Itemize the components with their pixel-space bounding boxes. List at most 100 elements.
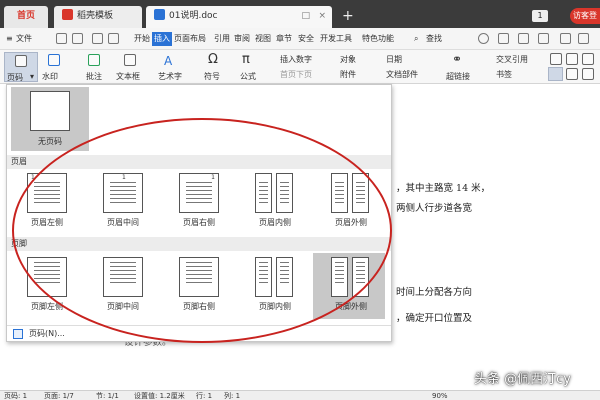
date-button[interactable]: 日期 — [386, 54, 402, 65]
login-button[interactable]: 访客登 — [570, 8, 600, 24]
menu-developer[interactable]: 开发工具 — [320, 32, 352, 46]
tab-window-icon[interactable]: □ — [301, 6, 310, 26]
page-number-settings-button[interactable]: 页码(N)... — [7, 325, 391, 341]
chevron-down-icon: ▾ — [30, 72, 35, 81]
page-settings-icon — [13, 329, 23, 339]
status-setting: 设置值: 1.2厘米 — [134, 392, 185, 400]
doc-line-3: 时间上分配各方向 — [396, 287, 473, 298]
attachment-button[interactable]: 附件 — [340, 69, 356, 80]
close-icon[interactable]: × — [318, 6, 326, 26]
collapse-ribbon-icon[interactable] — [560, 33, 571, 44]
status-page[interactable]: 页面: 1/7 — [44, 391, 74, 400]
status-col: 列: 1 — [224, 392, 241, 400]
thumb-half — [352, 257, 369, 297]
doc-parts-button[interactable]: 文档部件 — [386, 69, 418, 80]
save-icon[interactable] — [72, 33, 83, 44]
insert-number-button[interactable]: 插入数字 — [280, 54, 312, 65]
no-page-number-option[interactable]: 无页码 — [11, 87, 89, 151]
page-number-label: 页码 — [7, 73, 23, 82]
thumb-lines — [110, 262, 136, 286]
status-bar: 页码: 1 页面: 1/7 节: 1/1 设置值: 1.2厘米 行: 1 列: … — [0, 390, 600, 400]
textbox-icon[interactable] — [124, 54, 136, 66]
symbol-icon[interactable]: Ω — [208, 52, 218, 67]
layout-icon-6[interactable] — [582, 68, 594, 80]
symbol-label[interactable]: 符号 — [204, 71, 220, 82]
layout-icon-4[interactable] — [548, 67, 563, 81]
cloud-icon[interactable] — [478, 33, 489, 44]
thumb-lines — [280, 182, 289, 206]
comment-icon[interactable] — [88, 54, 100, 66]
formula-icon[interactable]: π — [242, 52, 250, 67]
layout-icon-2[interactable] — [566, 53, 578, 65]
more-icon[interactable] — [538, 33, 549, 44]
menu-security[interactable]: 安全 — [298, 32, 314, 46]
layout-icon-5[interactable] — [566, 68, 578, 80]
header-right-thumbnail: 1 — [179, 173, 219, 213]
menu-reference[interactable]: 引用 — [214, 32, 230, 46]
object-button[interactable]: 对象 — [340, 54, 356, 65]
word-doc-icon — [154, 9, 165, 20]
tab-document-label: 01说明.doc — [169, 11, 218, 21]
layout-icon-3[interactable] — [582, 53, 594, 65]
hyperlink-label[interactable]: 超链接 — [446, 71, 470, 82]
doc-line-4: ，确定开口位置及 — [396, 313, 473, 324]
page-number-button[interactable]: 页码 ▾ — [4, 52, 38, 82]
hamburger-menu-icon[interactable]: ≡ — [6, 32, 13, 46]
header-right-label: 页眉右侧 — [183, 218, 215, 227]
zoom-level[interactable]: 90% — [432, 391, 448, 400]
tab-home[interactable]: 首页 — [4, 6, 48, 28]
watermark-label[interactable]: 水印 — [42, 71, 58, 82]
status-row: 行: 1 — [196, 392, 213, 400]
thumb-page-number: 1 — [31, 174, 35, 181]
wordart-icon[interactable]: A — [164, 54, 172, 68]
print-icon[interactable] — [108, 33, 119, 44]
new-tab-button[interactable]: + — [342, 8, 354, 24]
next-page-button: 首页下页 — [280, 70, 312, 79]
formula-label[interactable]: 公式 — [240, 71, 256, 82]
undo-icon[interactable] — [92, 33, 103, 44]
footer-right-thumbnail — [179, 257, 219, 297]
doc-line-1: ，其中主路宽 14 米， — [396, 183, 491, 194]
crossref-button[interactable]: 交叉引用 — [496, 54, 528, 65]
header-left-label: 页眉左侧 — [31, 218, 63, 227]
docer-icon — [62, 9, 73, 20]
thumb-half — [276, 257, 293, 297]
tab-document[interactable]: 01说明.doc □ × — [146, 6, 332, 28]
bookmark-button[interactable]: 书签 — [496, 69, 512, 80]
sync-icon[interactable] — [498, 33, 509, 44]
thumb-half — [255, 257, 272, 297]
watermark-icon[interactable] — [48, 54, 60, 66]
page-number-dropdown: 无页码 页眉 1 页眉左侧 1 页眉中间 1 页眉右侧 页眉内侧 页眉外侧 页脚… — [6, 84, 392, 342]
wordart-label[interactable]: 艺术字 — [158, 71, 182, 82]
search-label[interactable]: 查找 — [426, 32, 442, 46]
thumb-lines — [34, 262, 60, 286]
menu-bar: ≡ 文件 开始 插入 页面布局 引用 审阅 视图 章节 安全 开发工具 特色功能… — [0, 28, 600, 50]
share-icon[interactable] — [518, 33, 529, 44]
textbox-label[interactable]: 文本框 — [116, 71, 140, 82]
layout-icon-1[interactable] — [550, 53, 562, 65]
thumb-lines — [34, 182, 60, 206]
menu-review[interactable]: 审阅 — [234, 32, 250, 46]
document-page[interactable]: ，其中主路宽 14 米， 两侧人行步道各宽 时间上分配各方向 ，确定开口位置及 — [390, 84, 600, 390]
comment-label[interactable]: 批注 — [86, 71, 102, 82]
window-count-badge[interactable]: 1 — [532, 10, 548, 22]
menu-special[interactable]: 特色功能 — [362, 32, 394, 46]
status-section: 节: 1/1 — [96, 392, 119, 400]
header-outside-label: 页眉外侧 — [335, 218, 367, 227]
menu-start[interactable]: 开始 — [134, 32, 150, 46]
header-center-label: 页眉中间 — [107, 218, 139, 227]
footer-inside-label: 页脚内侧 — [259, 302, 291, 311]
status-page-number[interactable]: 页码: 1 — [4, 391, 27, 400]
open-icon[interactable] — [56, 33, 67, 44]
thumb-lines — [186, 262, 212, 286]
menu-chapter[interactable]: 章节 — [276, 32, 292, 46]
menu-file[interactable]: 文件 — [16, 32, 32, 46]
thumb-lines — [186, 182, 212, 206]
search-icon[interactable]: ⌕ — [414, 32, 418, 46]
menu-page-layout[interactable]: 页面布局 — [174, 32, 206, 46]
help-icon[interactable] — [578, 33, 589, 44]
menu-view[interactable]: 视图 — [255, 32, 271, 46]
tab-template[interactable]: 稻壳模板 — [54, 6, 142, 28]
menu-insert[interactable]: 插入 — [152, 32, 172, 46]
hyperlink-icon[interactable]: ⚭ — [452, 52, 462, 66]
